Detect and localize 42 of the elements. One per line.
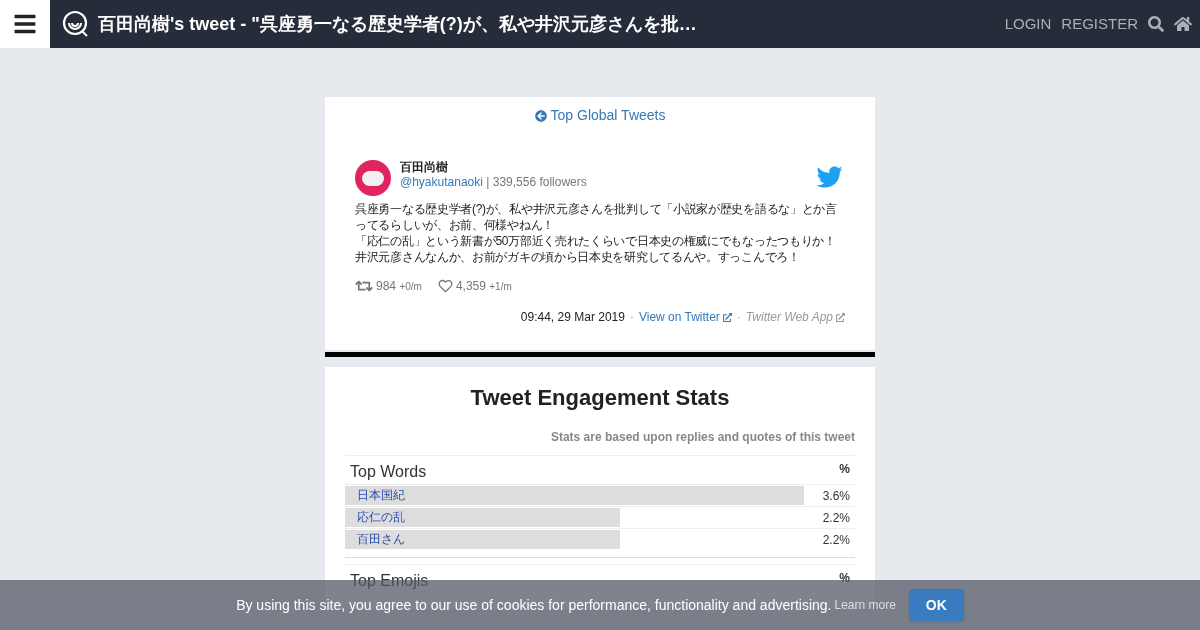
avatar [355, 160, 391, 196]
nav-link[interactable]: REGISTER [1061, 12, 1138, 36]
retweet-icon[interactable] [355, 279, 373, 293]
stats-note: Stats are based upon replies and quotes of this tweet [549, 429, 855, 446]
nav-link[interactable]: LOGIN [1004, 12, 1052, 36]
word-percent: 3.6% [822, 487, 851, 505]
source-link[interactable]: Twitter Web App [745, 308, 845, 326]
learn-more-link[interactable]: Learn more [834, 596, 896, 614]
tweet-text: 井沢元彦さんなんか、お前がガキの頃から日本史を研究してるんや。すっこんでろ！ [355, 249, 801, 265]
menu-button[interactable] [0, 0, 50, 48]
view-on-twitter-link[interactable]: View on Twitter [638, 308, 732, 326]
tweet-text: 呉座勇一なる歴史学者(?)が、私や井沢元彦さんを批判して「小説家が歴史を語るな」とか言ってるらしいが、お前、何様やねん！ [355, 201, 837, 233]
back-link[interactable]: Top Global Tweets [355, 105, 845, 126]
external-link-icon [836, 312, 845, 322]
section-heading: Top Words [350, 464, 427, 480]
external-link-icon [722, 312, 732, 322]
stats-title: Tweet Engagement Stats [469, 384, 731, 412]
tweet-text: 「応仁の乱」という新書が50万部近く売れたくらいで日本史の権威にでもなったつもりか！ [355, 233, 837, 249]
back-link-text: Top Global Tweets [550, 106, 666, 125]
follower-count: | 339,556 followers [486, 175, 587, 189]
column-heading: % [839, 461, 850, 478]
logo-icon [62, 10, 90, 38]
retweet-count: 984 +0/m [376, 278, 422, 295]
word-link[interactable]: 日本国紀 [357, 486, 405, 505]
separator-dot: · [736, 309, 741, 326]
like-count: 4,359 +1/m [455, 278, 512, 295]
author-name: 百田尚樹 [400, 160, 449, 175]
home-icon[interactable] [1174, 15, 1192, 33]
separator-dot: · [629, 309, 634, 326]
author-handle[interactable]: @hyakutanaoki [400, 175, 483, 189]
tweet-timestamp: 09:44, 29 Mar 2019 [520, 309, 625, 326]
ok-button[interactable]: OK [908, 589, 964, 621]
page-title: 百田尚樹's tweet - "呉座勇一なる歴史学者(?)が、私や井沢元彦さんを批… [98, 12, 697, 36]
word-link[interactable]: 百田さん [357, 530, 405, 549]
word-link[interactable]: 応仁の乱 [357, 508, 405, 527]
search-icon[interactable] [1148, 16, 1164, 32]
bird-icon [814, 164, 845, 190]
word-percent: 2.2% [822, 531, 851, 549]
arrow-left-icon [534, 109, 547, 122]
cookie-text: By using this site, you agree to our use of cookies for performance, functionality and advertising. [236, 597, 832, 613]
heart-icon[interactable] [437, 279, 453, 293]
word-percent: 2.2% [822, 509, 851, 527]
